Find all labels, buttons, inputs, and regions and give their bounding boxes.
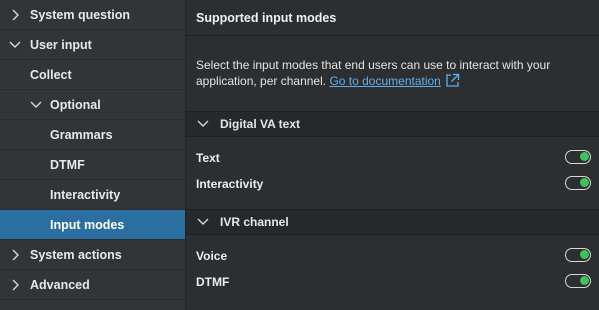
nav-item-grammars[interactable]: Grammars <box>0 120 185 150</box>
toggle-knob <box>580 178 589 187</box>
nav-item-input-modes[interactable]: Input modes <box>0 210 185 240</box>
text-toggle[interactable] <box>565 150 591 164</box>
nav-item-label: Advanced <box>30 278 90 292</box>
nav-item-label: Collect <box>30 68 72 82</box>
nav-item-advanced[interactable]: Advanced <box>0 270 185 300</box>
nav-item-label: System actions <box>30 248 122 262</box>
nav-item-label: DTMF <box>50 158 85 172</box>
chevron-down-icon <box>196 112 210 136</box>
input-mode-row-voice: Voice <box>196 246 591 266</box>
nav-item-system-actions[interactable]: System actions <box>0 240 185 270</box>
toggle-knob <box>580 276 589 285</box>
row-label: Voice <box>196 249 228 263</box>
nav-item-label: User input <box>30 38 92 52</box>
row-label: DTMF <box>196 275 230 289</box>
nav-item-label: Optional <box>50 98 101 112</box>
interactivity-toggle[interactable] <box>565 176 591 190</box>
chevron-right-icon <box>8 0 22 30</box>
input-mode-row-interactivity: Interactivity <box>196 174 591 194</box>
chevron-right-icon <box>8 240 22 270</box>
nav-item-dtmf[interactable]: DTMF <box>0 150 185 180</box>
nav-item-interactivity[interactable]: Interactivity <box>0 180 185 210</box>
section-header-ivr-channel[interactable]: IVR channel <box>186 209 599 235</box>
documentation-link[interactable]: Go to documentation <box>329 74 440 88</box>
row-label: Text <box>196 151 220 165</box>
toggle-knob <box>580 152 589 161</box>
page-title: Supported input modes <box>186 0 599 36</box>
input-mode-row-dtmf: DTMF <box>196 272 591 292</box>
voice-toggle[interactable] <box>565 248 591 262</box>
input-mode-row-text: Text <box>196 148 591 168</box>
nav-item-label: Input modes <box>50 218 125 232</box>
section-title: IVR channel <box>220 215 289 229</box>
dtmf-toggle[interactable] <box>565 274 591 288</box>
toggle-knob <box>580 250 589 259</box>
nav-item-system-question[interactable]: System question <box>0 0 185 30</box>
chevron-down-icon <box>8 30 22 60</box>
sidebar-nav: System question User input Collect Optio… <box>0 0 186 310</box>
section-title: Digital VA text <box>220 117 301 131</box>
chevron-down-icon <box>196 210 210 234</box>
chevron-right-icon <box>8 270 22 300</box>
external-link-icon[interactable] <box>445 73 460 92</box>
nav-item-label: Grammars <box>50 128 113 142</box>
section-header-digital-va-text[interactable]: Digital VA text <box>186 111 599 137</box>
main-panel: Supported input modes Select the input m… <box>186 0 599 310</box>
nav-item-user-input[interactable]: User input <box>0 30 185 60</box>
nav-item-label: Interactivity <box>50 188 121 202</box>
nav-item-optional[interactable]: Optional <box>0 90 185 120</box>
chevron-down-icon <box>29 90 43 120</box>
nav-item-label: System question <box>30 8 131 22</box>
row-label: Interactivity <box>196 177 264 191</box>
description: Select the input modes that end users ca… <box>196 57 591 92</box>
nav-item-collect[interactable]: Collect <box>0 60 185 90</box>
